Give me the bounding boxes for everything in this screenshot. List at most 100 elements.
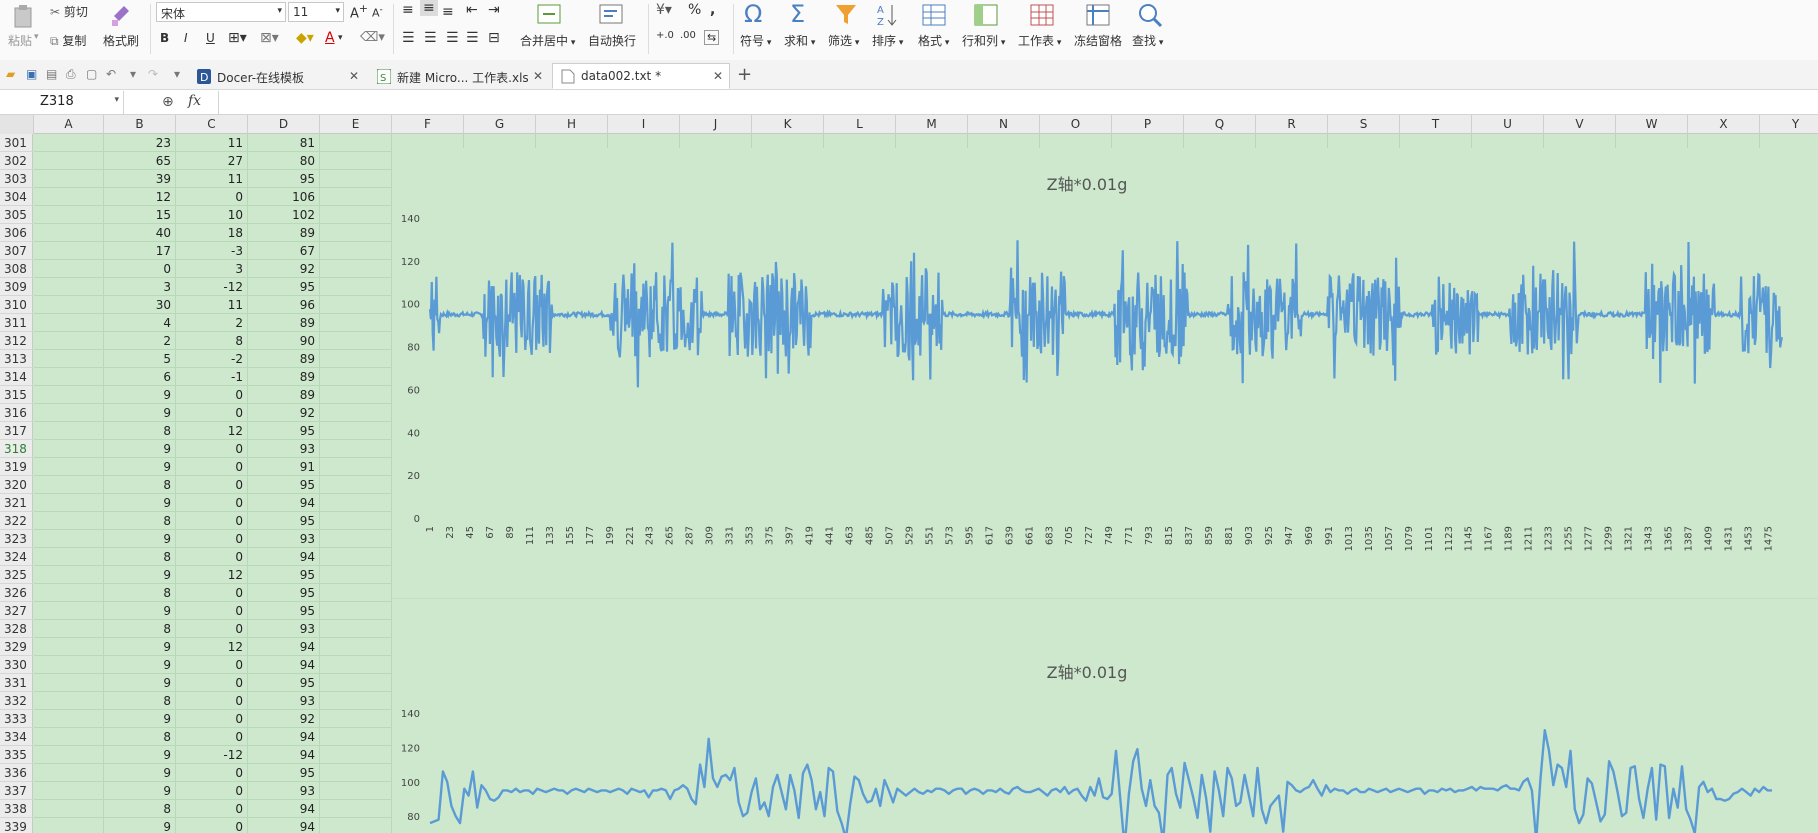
table-cell[interactable]: 0 — [176, 692, 248, 710]
column-header-F[interactable]: F — [392, 115, 464, 134]
table-cell[interactable]: 95 — [248, 764, 320, 782]
sum-button[interactable]: 求和 ▾ — [784, 32, 815, 49]
table-cell[interactable] — [34, 134, 104, 152]
table-cell[interactable]: 95 — [248, 674, 320, 692]
table-cell[interactable]: -12 — [176, 746, 248, 764]
decrease-decimal-icon[interactable]: .00 — [680, 30, 696, 41]
row-header[interactable]: 327 — [0, 602, 33, 620]
table-cell[interactable]: 17 — [104, 242, 176, 260]
table-cell[interactable] — [34, 818, 104, 833]
align-right-icon[interactable]: ☰ — [446, 30, 459, 46]
table-cell[interactable]: 65 — [104, 152, 176, 170]
row-header[interactable]: 310 — [0, 296, 33, 314]
row-header[interactable]: 339 — [0, 818, 33, 833]
table-cell[interactable]: 8 — [104, 512, 176, 530]
table-cell[interactable]: 95 — [248, 602, 320, 620]
table-cell[interactable] — [320, 404, 392, 422]
table-cell[interactable]: 0 — [176, 386, 248, 404]
row-header[interactable]: 308 — [0, 260, 33, 278]
table-cell[interactable] — [320, 296, 392, 314]
table-cell[interactable] — [320, 692, 392, 710]
row-header[interactable]: 318 — [0, 440, 33, 458]
table-cell[interactable]: 0 — [176, 584, 248, 602]
table-cell[interactable] — [320, 602, 392, 620]
zoom-icon[interactable]: ⊕ — [162, 94, 174, 110]
cell-style-icon[interactable]: ⊠▾ — [260, 30, 279, 46]
row-header[interactable]: 304 — [0, 188, 33, 206]
table-cell[interactable]: 96 — [248, 296, 320, 314]
table-cell[interactable] — [34, 242, 104, 260]
table-cell[interactable] — [34, 440, 104, 458]
row-header[interactable]: 302 — [0, 152, 33, 170]
table-cell[interactable]: 0 — [176, 728, 248, 746]
table-cell[interactable]: 9 — [104, 638, 176, 656]
table-cell[interactable] — [320, 710, 392, 728]
table-cell[interactable] — [320, 728, 392, 746]
table-cell[interactable] — [320, 224, 392, 242]
name-box[interactable]: Z318 ▾ — [0, 91, 124, 114]
table-cell[interactable]: 8 — [104, 422, 176, 440]
table-cell[interactable]: 0 — [176, 188, 248, 206]
copy-button[interactable]: ⧉ 复制 — [50, 32, 86, 49]
format-painter-icon[interactable] — [106, 2, 134, 28]
row-header[interactable]: 305 — [0, 206, 33, 224]
table-cell[interactable]: 9 — [104, 530, 176, 548]
column-header-H[interactable]: H — [536, 115, 608, 134]
table-cell[interactable] — [34, 638, 104, 656]
table-cell[interactable]: 95 — [248, 170, 320, 188]
table-cell[interactable]: 9 — [104, 440, 176, 458]
increase-font-icon[interactable]: A+ — [350, 2, 368, 21]
table-cell[interactable]: 94 — [248, 548, 320, 566]
table-cell[interactable]: 8 — [104, 728, 176, 746]
table-cell[interactable] — [320, 170, 392, 188]
table-cell[interactable] — [320, 350, 392, 368]
table-cell[interactable]: 67 — [248, 242, 320, 260]
row-header[interactable]: 319 — [0, 458, 33, 476]
row-header[interactable]: 334 — [0, 728, 33, 746]
underline-button[interactable]: U — [206, 31, 215, 45]
table-cell[interactable] — [34, 278, 104, 296]
format-icon[interactable] — [920, 2, 948, 28]
row-header[interactable]: 303 — [0, 170, 33, 188]
table-cell[interactable]: 93 — [248, 530, 320, 548]
distribute-icon[interactable]: ⊟ — [488, 30, 500, 46]
table-cell[interactable] — [320, 620, 392, 638]
align-left-icon[interactable]: ☰ — [402, 30, 415, 46]
table-cell[interactable] — [34, 386, 104, 404]
table-cell[interactable]: 94 — [248, 728, 320, 746]
align-top-icon[interactable]: ≡ — [402, 2, 414, 18]
row-header[interactable]: 338 — [0, 800, 33, 818]
table-cell[interactable]: 0 — [176, 656, 248, 674]
table-cell[interactable] — [34, 728, 104, 746]
table-cell[interactable] — [320, 584, 392, 602]
table-cell[interactable]: 12 — [176, 566, 248, 584]
sort-button[interactable]: 排序 ▾ — [872, 32, 903, 49]
table-cell[interactable] — [34, 170, 104, 188]
table-cell[interactable]: 9 — [104, 674, 176, 692]
rows-cols-button[interactable]: 行和列 ▾ — [962, 32, 1005, 49]
table-cell[interactable] — [320, 512, 392, 530]
table-cell[interactable] — [34, 314, 104, 332]
table-cell[interactable] — [320, 458, 392, 476]
table-cell[interactable]: 80 — [248, 152, 320, 170]
table-cell[interactable]: -12 — [176, 278, 248, 296]
table-cell[interactable]: 0 — [176, 620, 248, 638]
table-cell[interactable]: 95 — [248, 422, 320, 440]
column-header-N[interactable]: N — [968, 115, 1040, 134]
paste-button[interactable]: 粘贴 — [8, 32, 32, 49]
row-header[interactable]: 316 — [0, 404, 33, 422]
table-cell[interactable] — [320, 818, 392, 833]
table-cell[interactable] — [34, 710, 104, 728]
export-icon[interactable]: ▤ — [46, 67, 57, 81]
table-cell[interactable]: 81 — [248, 134, 320, 152]
table-cell[interactable]: 3 — [176, 260, 248, 278]
table-cell[interactable] — [320, 764, 392, 782]
table-cell[interactable]: 40 — [104, 224, 176, 242]
table-cell[interactable] — [320, 800, 392, 818]
format-painter-button[interactable]: 格式刷 — [103, 32, 139, 49]
table-cell[interactable]: 9 — [104, 494, 176, 512]
table-cell[interactable] — [34, 512, 104, 530]
table-cell[interactable] — [34, 422, 104, 440]
table-cell[interactable] — [34, 548, 104, 566]
font-color-icon[interactable]: A — [325, 30, 335, 46]
